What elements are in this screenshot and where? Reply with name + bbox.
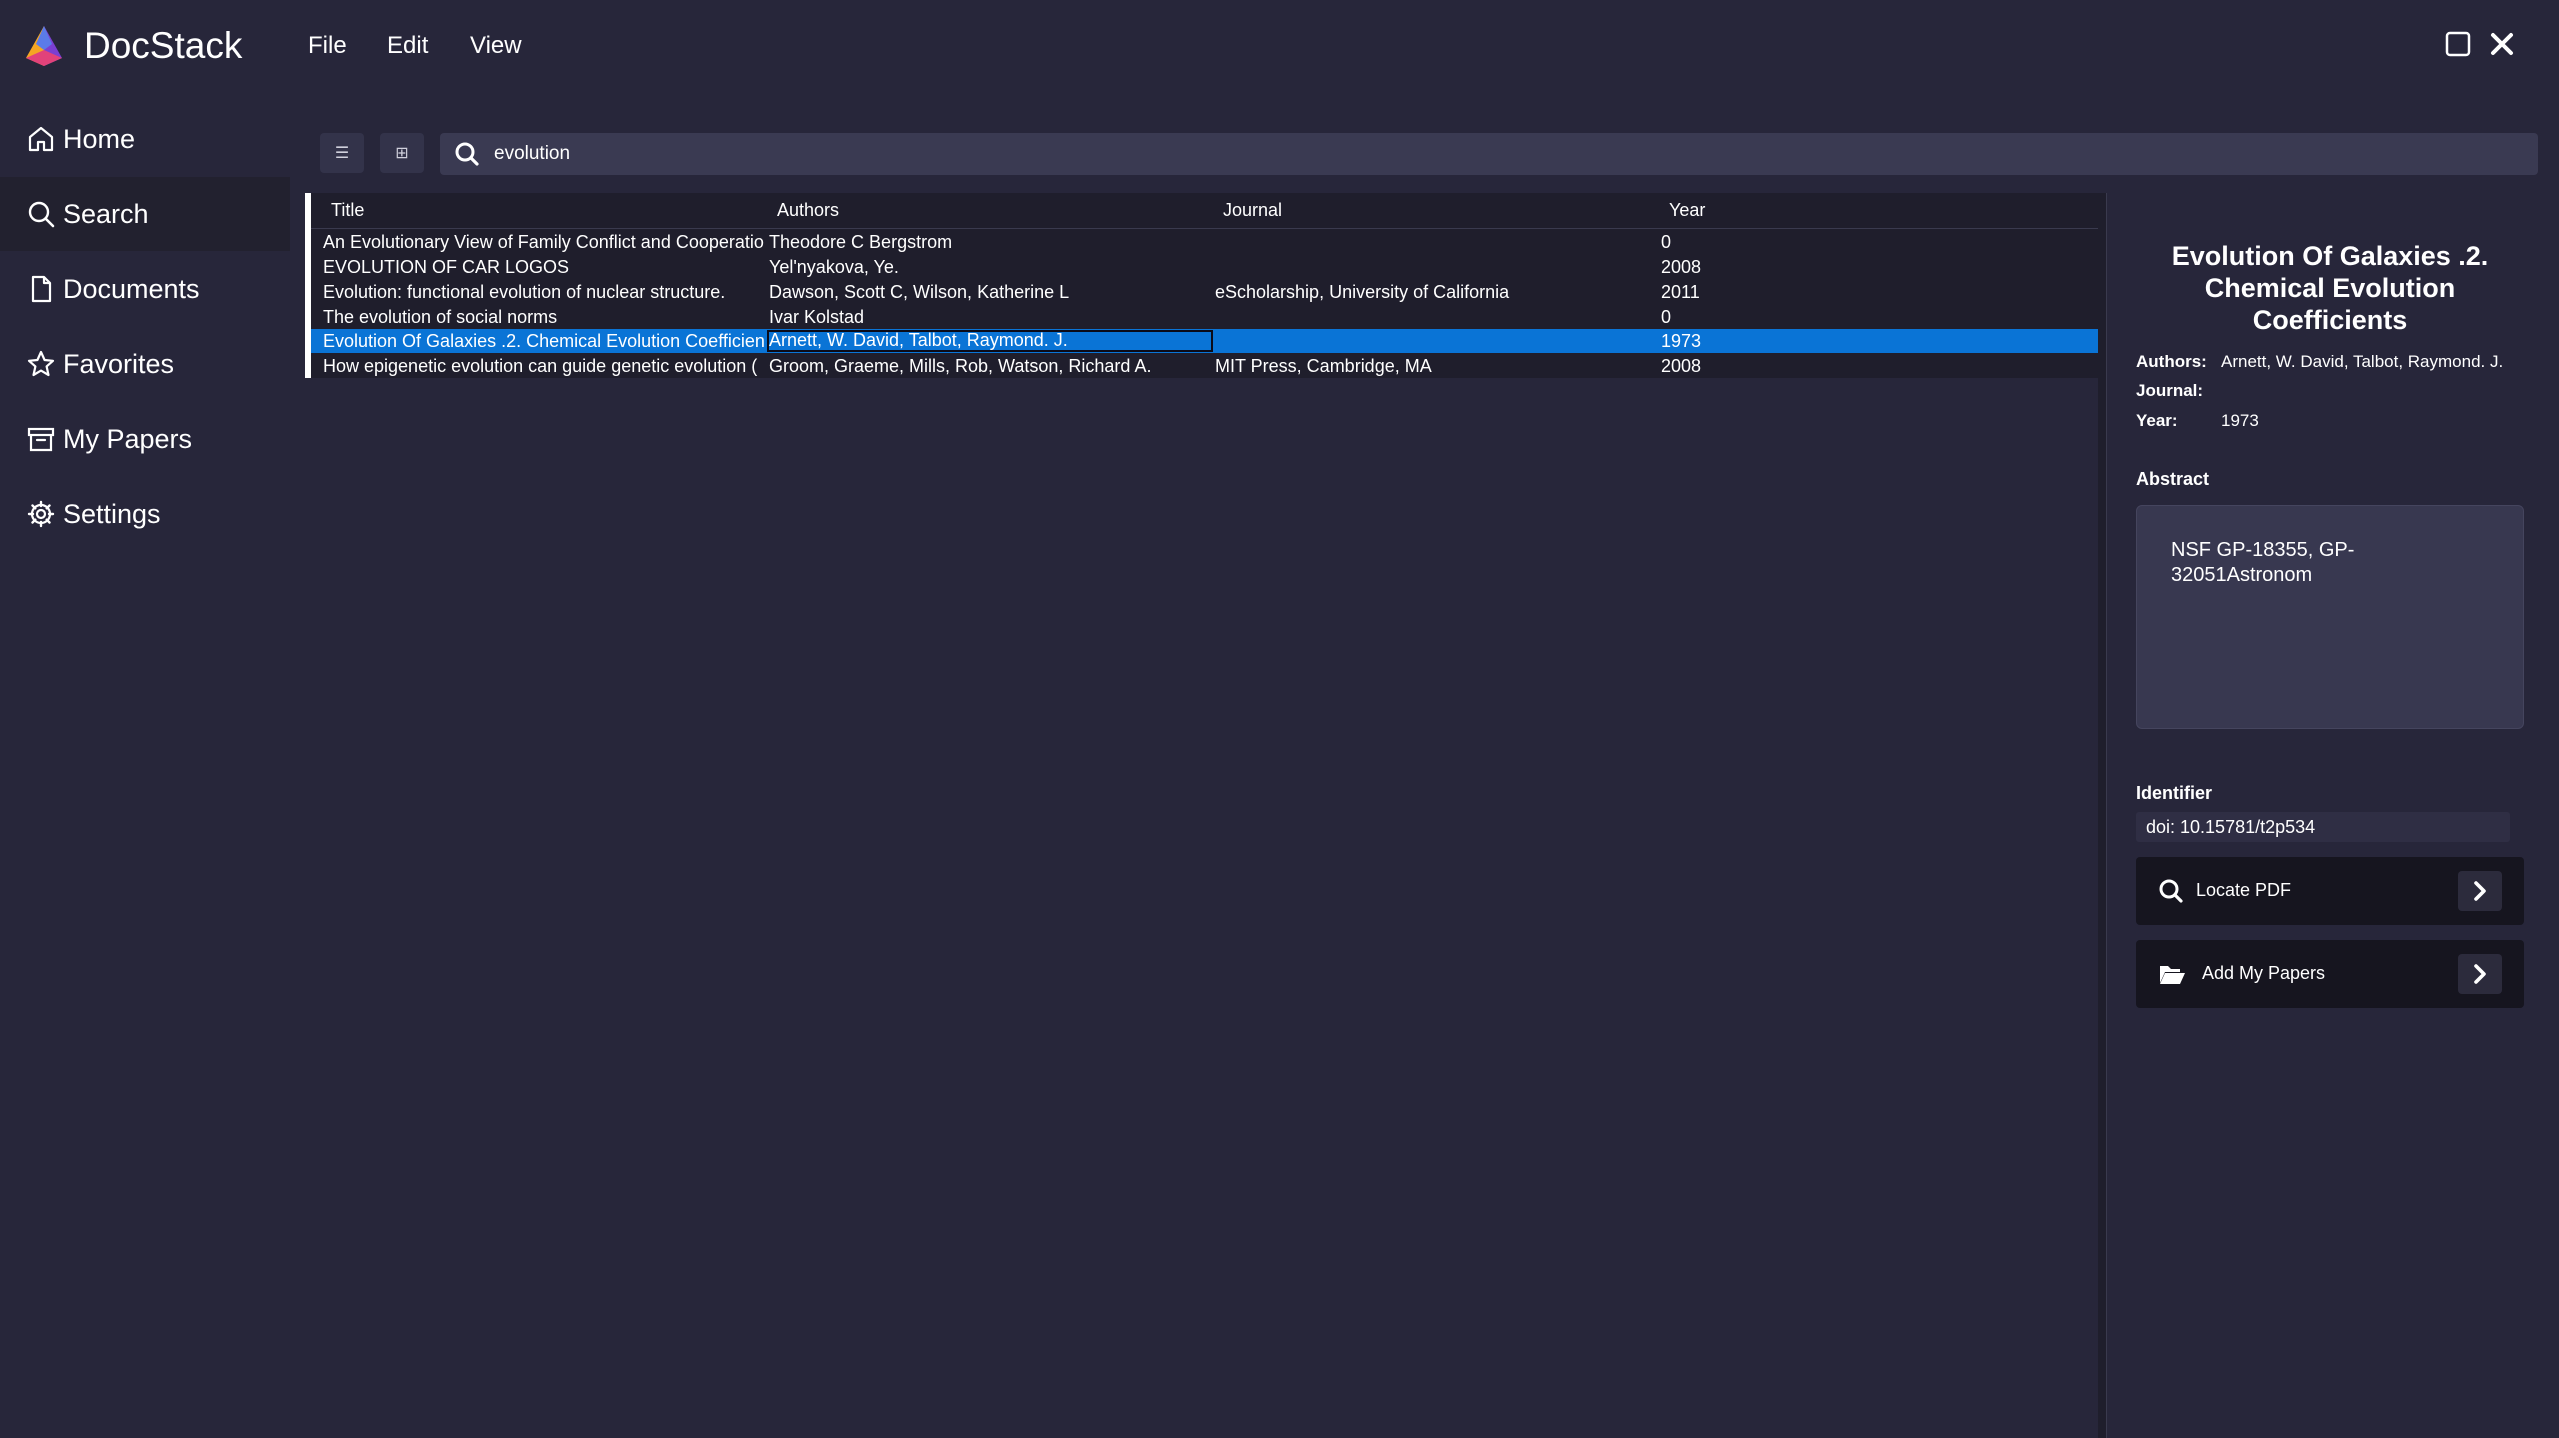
cell-year: 2008 <box>1661 257 1702 277</box>
column-header-authors[interactable]: Authors <box>777 200 839 221</box>
table-row[interactable]: Evolution: functional evolution of nucle… <box>311 280 2103 304</box>
search-icon <box>28 201 55 228</box>
authors-value: Arnett, W. David, Talbot, Raymond. J. <box>2221 352 2504 371</box>
cell-year: 2008 <box>1661 356 1702 376</box>
cell-title: An Evolutionary View of Family Conflict … <box>323 232 764 252</box>
grid-view-icon: ⊞ <box>395 145 409 162</box>
cell-authors-focused: Arnett, W. David, Talbot, Raymond. J. <box>767 330 1213 352</box>
cell-year: 0 <box>1661 232 1672 252</box>
sidebar-item-label: My Papers <box>63 423 193 454</box>
cell-authors: Ivar Kolstad <box>769 307 865 327</box>
journal-label: Journal: <box>2136 381 2204 400</box>
cell-authors: Theodore C Bergstrom <box>769 232 953 252</box>
cell-title: Evolution: functional evolution of nucle… <box>323 282 726 302</box>
table-row[interactable]: An Evolutionary View of Family Conflict … <box>311 230 2103 254</box>
star-icon <box>27 350 55 377</box>
sidebar-item-label: Settings <box>63 498 161 529</box>
table-row[interactable]: How epigenetic evolution can guide genet… <box>311 354 2103 378</box>
year-label: Year: <box>2136 411 2178 430</box>
table-row-selected[interactable]: Evolution Of Galaxies .2. Chemical Evolu… <box>311 329 2103 353</box>
sidebar-item-search[interactable]: Search <box>0 177 290 251</box>
title-bar: DocStack File Edit View <box>0 0 2559 92</box>
cell-title: How epigenetic evolution can guide genet… <box>323 356 758 376</box>
close-icon[interactable] <box>2488 30 2516 58</box>
sidebar-item-settings[interactable]: Settings <box>0 477 290 551</box>
docstack-logo-icon <box>26 26 62 66</box>
sidebar-item-label: Favorites <box>63 348 175 379</box>
column-header-journal[interactable]: Journal <box>1223 200 1282 221</box>
table-row[interactable]: The evolution of social norms Ivar Kolst… <box>311 305 2103 329</box>
table-header: Title Authors Journal Year <box>311 193 2103 229</box>
cell-authors: Dawson, Scott C, Wilson, Katherine L <box>769 282 1070 302</box>
sidebar-item-documents[interactable]: Documents <box>0 252 290 326</box>
cell-title: EVOLUTION OF CAR LOGOS <box>323 257 570 277</box>
archive-icon <box>27 427 55 452</box>
cell-title: Evolution Of Galaxies .2. Chemical Evolu… <box>323 331 765 351</box>
chevron-right-icon <box>2458 954 2502 994</box>
cell-authors: Groom, Graeme, Mills, Rob, Watson, Richa… <box>769 356 1152 376</box>
column-header-title[interactable]: Title <box>331 200 364 221</box>
panel-resize-handle[interactable] <box>2098 193 2106 1438</box>
abstract-text: NSF GP-18355, GP-32051Astronom <box>2171 539 2355 586</box>
cell-year: 0 <box>1661 307 1672 327</box>
cell-year: 1973 <box>1661 331 1702 351</box>
menu-file[interactable]: File <box>308 30 347 62</box>
sidebar-item-my-papers[interactable]: My Papers <box>0 402 290 476</box>
cell-journal: eScholarship, University of California <box>1215 282 1510 302</box>
search-input[interactable] <box>494 133 2494 175</box>
sidebar-item-label: Documents <box>63 273 200 304</box>
detail-title: Evolution Of Galaxies .2. Chemical Evolu… <box>2171 241 2489 335</box>
cell-journal: MIT Press, Cambridge, MA <box>1215 356 1432 376</box>
search-icon <box>2159 879 2183 903</box>
locate-pdf-label: Locate PDF <box>2196 880 2292 900</box>
menu-view[interactable]: View <box>470 30 522 62</box>
identifier-field[interactable]: doi: 10.15781/t2p534 <box>2136 812 2510 842</box>
sidebar-item-label: Search <box>63 198 149 229</box>
abstract-box[interactable]: NSF GP-18355, GP-32051Astronom <box>2136 505 2524 729</box>
document-icon <box>31 275 52 303</box>
menu-edit[interactable]: Edit <box>387 30 428 62</box>
sidebar-item-home[interactable]: Home <box>0 102 290 176</box>
year-value: 1973 <box>2221 411 2259 430</box>
add-my-papers-label: Add My Papers <box>2202 963 2326 983</box>
list-view-button[interactable]: ☰ <box>320 133 364 173</box>
folder-open-icon <box>2160 966 2185 984</box>
results-table: Title Authors Journal Year An Evolutiona… <box>305 193 2103 378</box>
search-icon <box>455 142 479 166</box>
add-my-papers-button[interactable]: Add My Papers <box>2136 940 2524 1008</box>
list-view-icon: ☰ <box>334 145 350 162</box>
identifier-label: Identifier <box>2136 783 2213 803</box>
sidebar-item-label: Home <box>63 123 136 154</box>
app-title: DocStack <box>84 25 243 66</box>
cell-authors: Yel'nyakova, Ye. <box>769 257 899 277</box>
grid-view-button[interactable]: ⊞ <box>380 133 424 173</box>
abstract-label: Abstract <box>2136 469 2210 489</box>
sidebar-item-favorites[interactable]: Favorites <box>0 327 290 401</box>
locate-pdf-button[interactable]: Locate PDF <box>2136 857 2524 925</box>
column-header-year[interactable]: Year <box>1669 200 1705 221</box>
maximize-icon[interactable] <box>2444 30 2472 58</box>
cell-title: The evolution of social norms <box>323 307 558 327</box>
gear-icon <box>27 500 55 528</box>
chevron-right-icon <box>2458 871 2502 911</box>
identifier-value: doi: 10.15781/t2p534 <box>2146 817 2316 837</box>
home-icon <box>28 126 54 152</box>
table-row[interactable]: EVOLUTION OF CAR LOGOS Yel'nyakova, Ye. … <box>311 255 2103 279</box>
sidebar: Home Search Documents Favorites My Paper… <box>0 100 290 1438</box>
search-bar <box>440 133 2538 175</box>
authors-label: Authors: <box>2136 352 2207 371</box>
cell-year: 2011 <box>1661 282 1700 302</box>
